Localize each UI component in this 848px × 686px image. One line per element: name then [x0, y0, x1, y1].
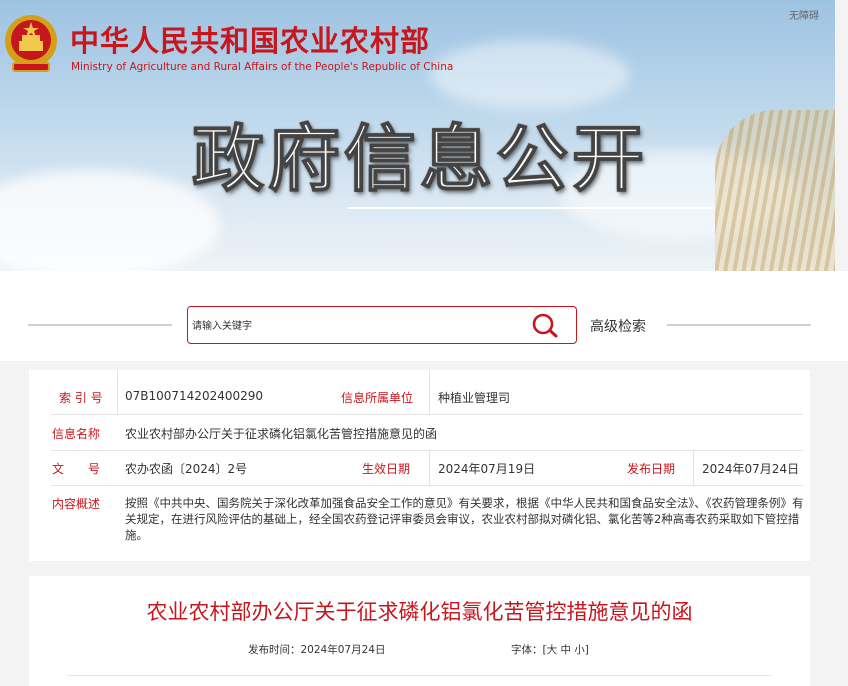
publish-date-label: 发布日期	[627, 462, 676, 476]
name-value: 农业农村部办公厅关于征求磷化铝氯化苦管控措施意见的函	[125, 427, 438, 441]
doc-label: 文 号	[52, 462, 101, 476]
publish-time: 发布时间：2024年07月24日	[248, 642, 385, 657]
wheat-decoration	[715, 110, 835, 271]
site-name-cn[interactable]: 中华人民共和国农业农村部	[70, 18, 430, 60]
unit-value: 种植业管理司	[438, 391, 511, 405]
summary-label: 内容概述	[52, 497, 101, 511]
divider-line	[28, 324, 172, 326]
unit-label: 信息所属单位	[341, 391, 414, 405]
font-medium-button[interactable]: 中	[560, 644, 571, 656]
cloud-decoration	[0, 170, 220, 271]
site-name-en: Ministry of Agriculture and Rural Affair…	[71, 61, 454, 73]
publish-date-value: 2024年07月24日	[702, 462, 800, 476]
summary-text: 按照《中共中央、国务院关于深化改革加强食品安全工作的意见》有关要求，根据《中华人…	[125, 496, 804, 542]
font-size-label: 字体：[	[511, 644, 547, 656]
advanced-search-link[interactable]: 高级检索	[590, 316, 646, 336]
column-divider	[429, 450, 430, 485]
article-title: 农业农村部办公厅关于征求磷化铝氯化苦管控措施意见的函	[146, 600, 693, 624]
hero-underline	[348, 207, 713, 209]
content-divider	[67, 675, 772, 676]
doc-value: 农办农函〔2024〕2号	[125, 462, 248, 476]
index-value: 07B100714202400290	[125, 389, 264, 403]
font-size-bracket: ]	[584, 644, 589, 656]
row-divider	[51, 485, 803, 486]
national-emblem-icon[interactable]	[3, 13, 59, 75]
column-divider	[117, 370, 118, 414]
publish-time-label: 发布时间：	[248, 644, 301, 656]
metadata-card: 索 引 号 07B100714202400290 信息所属单位 种植业管理司 信…	[29, 370, 810, 561]
effective-date-label: 生效日期	[362, 462, 411, 476]
header-banner: 中华人民共和国农业农村部 Ministry of Agriculture and…	[0, 0, 835, 271]
accessibility-link[interactable]: 无障碍	[789, 7, 819, 22]
index-label: 索 引 号	[59, 391, 103, 405]
row-divider	[51, 450, 803, 451]
font-small-button[interactable]: 小	[574, 644, 585, 656]
font-size-control: 字体：[大 中 小]	[511, 642, 589, 657]
publish-time-value: 2024年07月24日	[300, 644, 386, 656]
search-input[interactable]	[190, 315, 514, 337]
column-divider	[429, 370, 430, 414]
font-large-button[interactable]: 大	[547, 644, 558, 656]
name-label: 信息名称	[52, 427, 101, 441]
effective-date-value: 2024年07月19日	[438, 462, 536, 476]
hero-title: 政府信息公开	[191, 116, 649, 202]
divider-line	[667, 324, 811, 326]
column-divider	[693, 450, 694, 485]
article-card: 农业农村部办公厅关于征求磷化铝氯化苦管控措施意见的函 发布时间：2024年07月…	[29, 576, 810, 686]
search-box	[187, 306, 577, 344]
row-divider	[51, 414, 803, 415]
search-icon[interactable]	[530, 312, 560, 338]
